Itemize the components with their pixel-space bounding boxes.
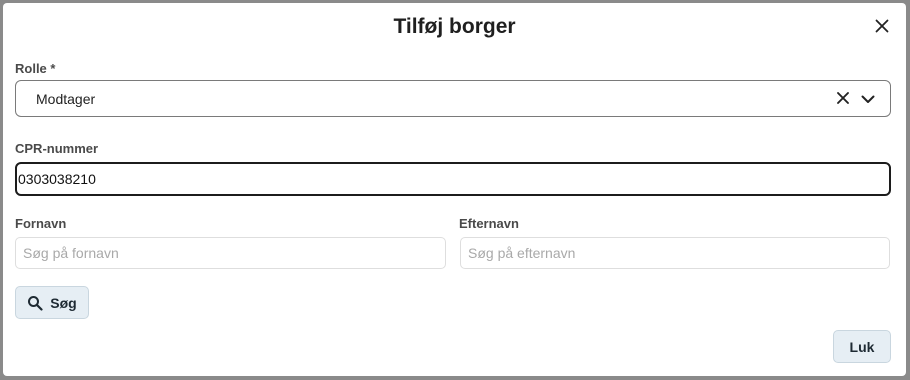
dialog-close-button[interactable] — [870, 14, 894, 38]
search-icon — [27, 295, 43, 311]
close-button[interactable]: Luk — [833, 330, 891, 363]
role-clear-button[interactable] — [835, 90, 851, 106]
chevron-down-icon — [861, 95, 875, 103]
firstname-label: Fornavn — [15, 216, 67, 231]
close-icon — [875, 19, 889, 33]
search-button-label: Søg — [50, 294, 77, 311]
lastname-label: Efternavn — [459, 216, 519, 231]
role-dropdown-toggle[interactable] — [859, 90, 877, 108]
close-button-label: Luk — [849, 338, 875, 355]
search-button[interactable]: Søg — [15, 286, 89, 319]
lastname-input[interactable] — [460, 237, 890, 269]
cpr-label: CPR-nummer — [15, 141, 99, 156]
add-citizen-dialog: Tilføj borger Rolle * Modtager CPR-numme… — [3, 3, 906, 376]
role-select-value: Modtager — [36, 91, 96, 107]
role-label: Rolle * — [15, 61, 56, 76]
dialog-title: Tilføj borger — [393, 15, 516, 38]
firstname-input[interactable] — [15, 237, 446, 269]
clear-icon — [837, 92, 849, 104]
role-select[interactable]: Modtager — [15, 80, 891, 117]
cpr-input[interactable] — [15, 162, 891, 196]
